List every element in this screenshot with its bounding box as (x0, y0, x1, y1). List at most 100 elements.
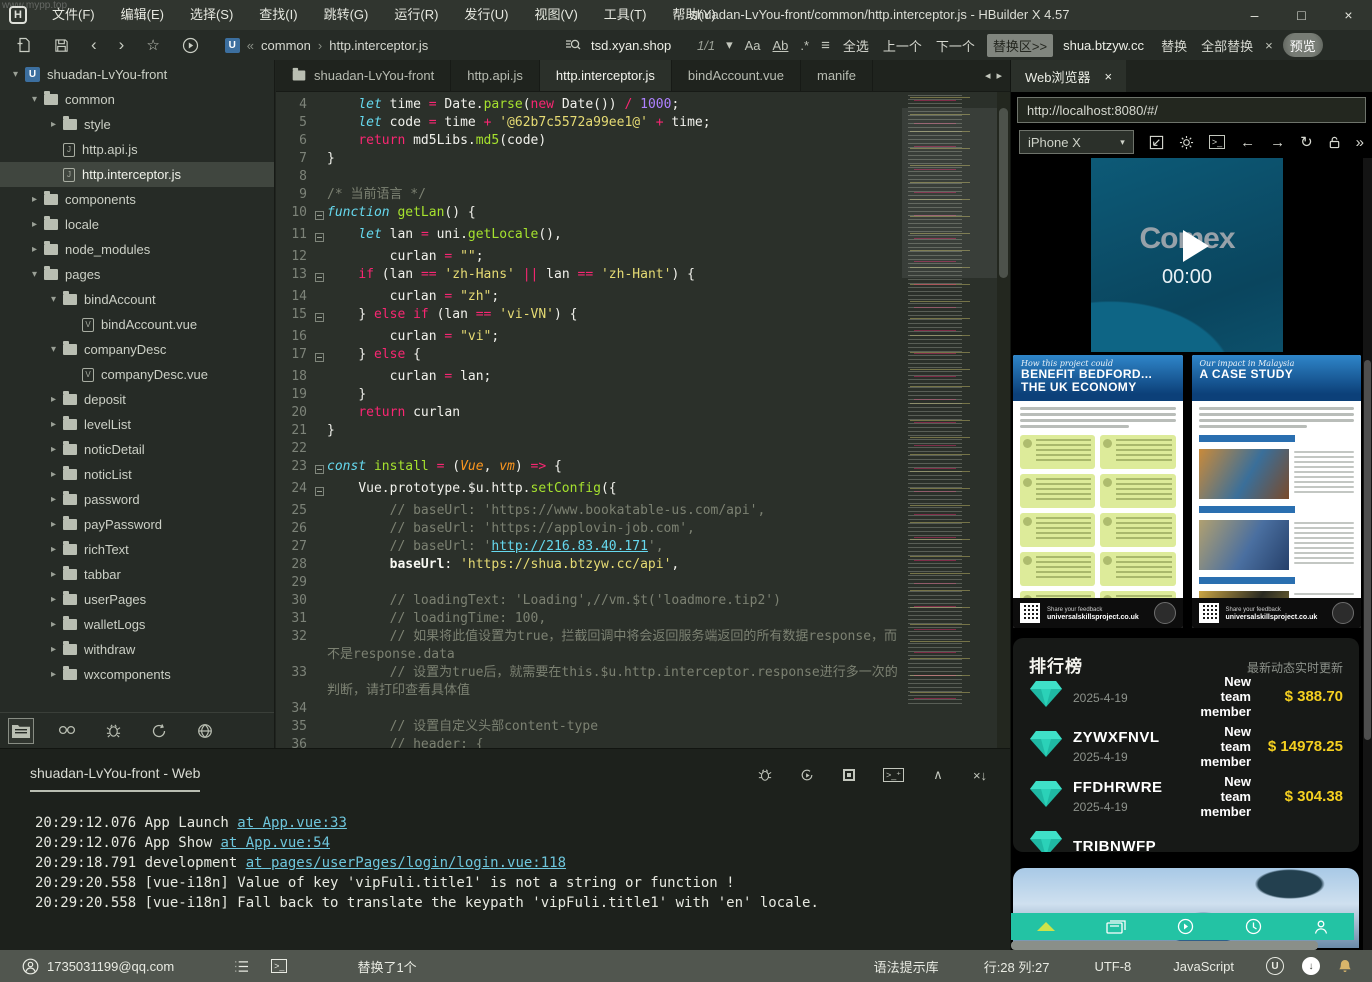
collapse-panel-icon[interactable]: ∧ (930, 767, 946, 783)
sync-view-icon[interactable] (146, 718, 172, 744)
tree-item-bindAccount.vue[interactable]: VbindAccount.vue (0, 312, 274, 337)
profile-tab-icon[interactable] (1313, 919, 1329, 935)
code-area[interactable]: 4 let time = Date.parse(new Date()) / 10… (276, 92, 900, 748)
editor-tab-manife[interactable]: manife (801, 60, 873, 91)
orders-tab-icon[interactable] (1106, 920, 1126, 934)
play-icon[interactable] (1183, 230, 1209, 262)
tree-chevron-icon[interactable]: ▸ (46, 519, 61, 530)
address-bar[interactable]: http://localhost:8080/#/ (1017, 97, 1366, 123)
menu-item[interactable]: 选择(S) (177, 0, 246, 30)
files-view-icon[interactable] (8, 718, 34, 744)
debug-icon[interactable] (757, 768, 773, 782)
list-results-toggle[interactable]: ≡ (820, 37, 831, 54)
tree-chevron-icon[interactable]: ▸ (46, 569, 61, 580)
stop-icon[interactable] (841, 769, 857, 781)
fold-marker[interactable] (312, 306, 327, 328)
screenshot-icon[interactable] (1149, 135, 1164, 150)
menu-item[interactable]: 查找(I) (246, 0, 310, 30)
breadcrumb-common[interactable]: common (261, 38, 311, 53)
next-button[interactable]: 下一个 (934, 36, 977, 55)
log-link[interactable]: at App.vue:33 (237, 815, 347, 831)
cursor-position[interactable]: 行:28 列:27 (984, 957, 1050, 976)
minimap-viewport[interactable] (902, 108, 997, 278)
tree-item-companyDesc.vue[interactable]: VcompanyDesc.vue (0, 362, 274, 387)
tree-chevron-icon[interactable]: ▸ (46, 419, 61, 430)
replace-zone-toggle[interactable]: 替换区>> (987, 34, 1053, 57)
tree-chevron-icon[interactable]: ▸ (27, 194, 42, 205)
breadcrumb-file[interactable]: http.interceptor.js (329, 38, 428, 53)
tree-chevron-icon[interactable]: ▾ (46, 344, 61, 355)
records-tab-icon[interactable] (1245, 918, 1262, 935)
horizontal-scrollbar[interactable] (1011, 941, 1318, 950)
tab-scroll-left-icon[interactable]: ◂ (985, 69, 991, 82)
account-email[interactable]: 1735031199@qq.com (47, 959, 174, 974)
browser-tab-close-icon[interactable]: × (1105, 69, 1113, 84)
tree-item-richText[interactable]: ▸richText (0, 537, 274, 562)
start-tab-icon[interactable] (1177, 918, 1194, 935)
fold-marker[interactable] (312, 266, 327, 288)
tree-item-http.interceptor.js[interactable]: Jhttp.interceptor.js (0, 162, 274, 187)
tree-item-noticList[interactable]: ▸noticList (0, 462, 274, 487)
tree-item-http.api.js[interactable]: Jhttp.api.js (0, 137, 274, 162)
terminal-icon[interactable]: >_ (271, 959, 287, 973)
log-link[interactable]: at App.vue:54 (220, 835, 330, 851)
tree-chevron-icon[interactable]: ▸ (46, 669, 61, 680)
editor-scrollbar-thumb[interactable] (999, 108, 1008, 278)
tree-chevron-icon[interactable]: ▸ (46, 394, 61, 405)
encoding[interactable]: UTF-8 (1094, 959, 1131, 974)
device-select[interactable]: iPhone X ▾ (1019, 130, 1134, 154)
tree-item-withdraw[interactable]: ▸withdraw (0, 637, 274, 662)
tree-item-node_modules[interactable]: ▸node_modules (0, 237, 274, 262)
new-file-icon[interactable] (16, 37, 32, 53)
tree-chevron-icon[interactable]: ▸ (46, 594, 61, 605)
syntax-hint-lib[interactable]: 语法提示库 (874, 957, 939, 976)
tree-item-pages[interactable]: ▾pages (0, 262, 274, 287)
replace-button[interactable]: 替换 (1159, 36, 1189, 55)
console-tab-label[interactable]: shuadan-LvYou-front - Web (30, 765, 200, 792)
tree-item-walletLogs[interactable]: ▸walletLogs (0, 612, 274, 637)
account-icon[interactable] (22, 958, 39, 975)
back-icon[interactable]: ‹ (91, 32, 97, 58)
back-icon[interactable]: ← (1240, 134, 1255, 151)
tab-scroll-right-icon[interactable]: ▸ (996, 69, 1002, 82)
tree-item-locale[interactable]: ▸locale (0, 212, 274, 237)
fold-marker[interactable] (312, 204, 327, 226)
tree-item-common[interactable]: ▾common (0, 87, 274, 112)
minimize-button[interactable]: – (1231, 0, 1278, 30)
leaderboard-row[interactable]: 2025-4-19New team member$ 388.70 (1029, 671, 1343, 721)
menu-item[interactable]: 运行(R) (381, 0, 451, 30)
editor-tab-http.interceptor.js[interactable]: http.interceptor.js (540, 60, 672, 91)
close-button[interactable]: × (1325, 0, 1372, 30)
forward-icon[interactable]: › (119, 32, 125, 58)
tree-item-bindAccount[interactable]: ▾bindAccount (0, 287, 274, 312)
clear-console-icon[interactable]: ×↓ (972, 768, 988, 783)
tree-item-components[interactable]: ▸components (0, 187, 274, 212)
tree-chevron-icon[interactable]: ▾ (27, 269, 42, 280)
fold-marker[interactable] (312, 226, 327, 248)
browser-scrollbar-thumb[interactable] (1364, 360, 1371, 740)
minimap[interactable] (902, 92, 997, 748)
tree-chevron-icon[interactable]: ▸ (46, 644, 61, 655)
match-case-toggle[interactable]: Aa (744, 38, 762, 53)
tree-item-style[interactable]: ▸style (0, 112, 274, 137)
search-dropdown-icon[interactable]: ▾ (725, 37, 734, 53)
debug-view-icon[interactable] (100, 718, 126, 744)
search-input[interactable]: tsd.xyan.shop (591, 38, 687, 53)
menu-item[interactable]: 发行(U) (451, 0, 521, 30)
fold-marker[interactable] (312, 480, 327, 502)
tree-item-companyDesc[interactable]: ▾companyDesc (0, 337, 274, 362)
tree-chevron-icon[interactable]: ▸ (27, 219, 42, 230)
leaderboard-row[interactable]: ZYWXFNVL2025-4-19New team member$ 14978.… (1029, 721, 1343, 771)
more-icon[interactable]: » (1356, 134, 1364, 151)
download-icon[interactable]: ↓ (1302, 957, 1320, 975)
preview-button[interactable]: 预览 (1283, 33, 1323, 57)
tree-item-wxcomponents[interactable]: ▸wxcomponents (0, 662, 274, 687)
tree-item-noticDetail[interactable]: ▸noticDetail (0, 437, 274, 462)
notification-bell-icon[interactable] (1338, 959, 1352, 974)
maximize-button[interactable]: □ (1278, 0, 1325, 30)
editor-tab-shuadan-LvYou-front[interactable]: shuadan-LvYou-front (276, 60, 451, 91)
web-view-icon[interactable] (192, 718, 218, 744)
replace-input[interactable]: shua.btzyw.cc (1063, 38, 1149, 53)
fold-marker[interactable] (312, 458, 327, 480)
browser-tab[interactable]: Web浏览器 × (1011, 60, 1126, 92)
